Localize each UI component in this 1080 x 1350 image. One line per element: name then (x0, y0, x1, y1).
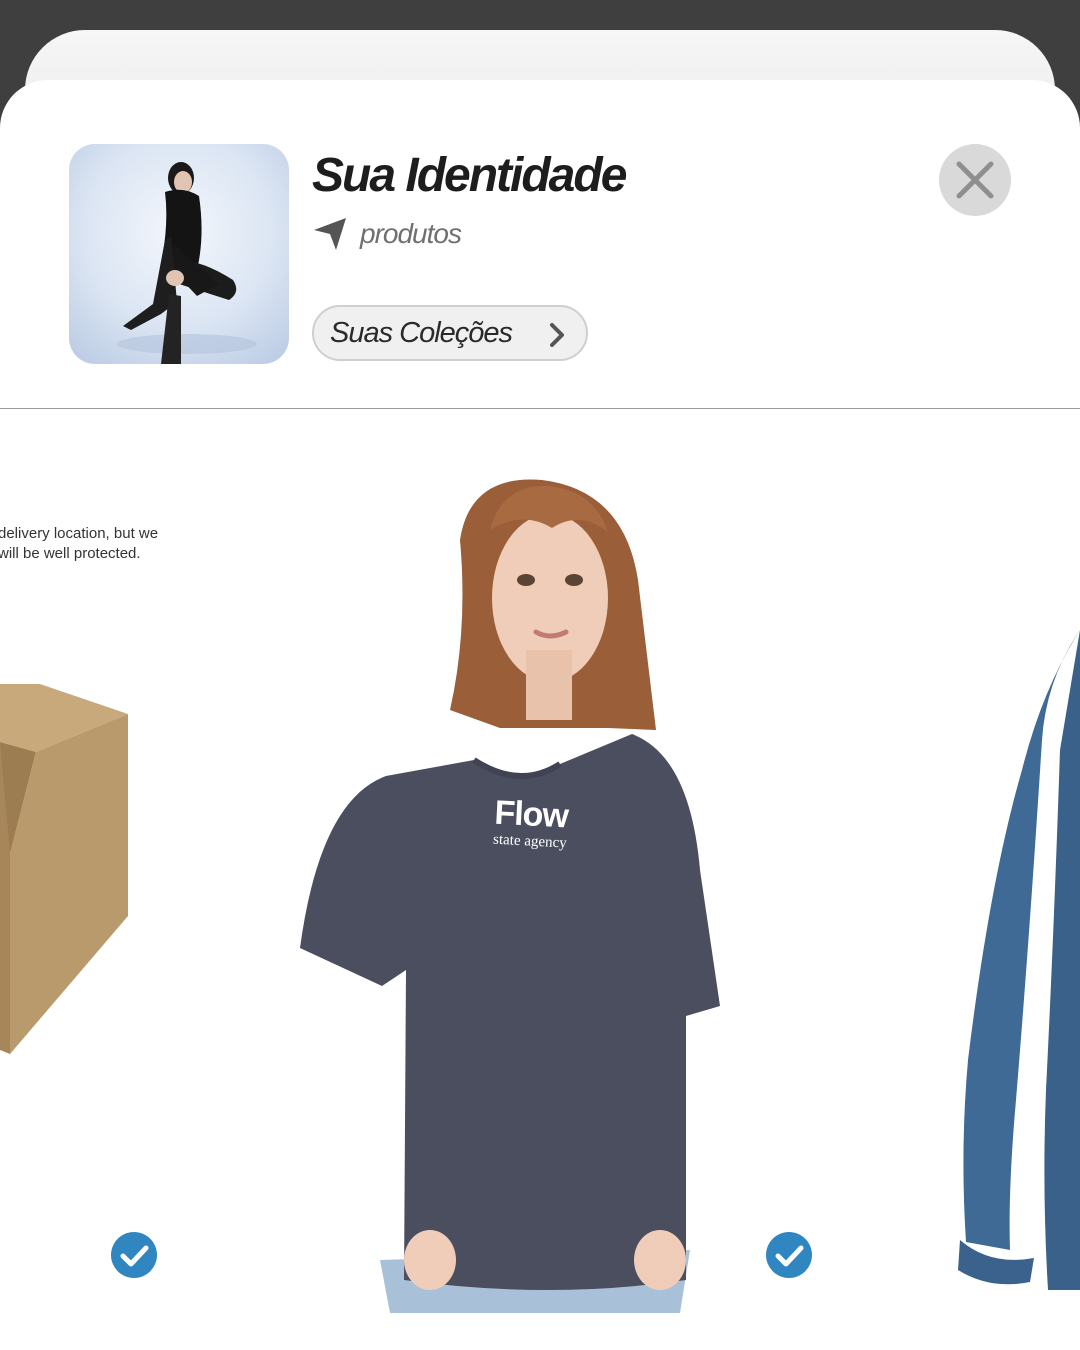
close-icon (956, 161, 994, 199)
shipping-note-line: delivery location, but we (0, 525, 159, 542)
tshirt-logo-main: Flow (493, 793, 569, 836)
shipping-box-image[interactable] (0, 670, 140, 1060)
check-circle-icon[interactable] (762, 1228, 816, 1282)
model-photo (117, 162, 257, 364)
chevron-right-icon (550, 323, 564, 347)
page-title: Sua Identidade (312, 149, 627, 202)
close-button[interactable] (939, 144, 1011, 216)
collections-button-label: Suas Coleções (330, 316, 513, 349)
shipping-note: delivery location, but we will be well p… (0, 524, 198, 564)
sweatshirt-product-image[interactable] (950, 630, 1080, 1290)
collection-sheet: Sua Identidade produtos Suas Coleções de… (0, 80, 1080, 1350)
subtitle-row: produtos (312, 214, 462, 254)
subtitle-label: produtos (360, 218, 462, 249)
location-arrow-icon (314, 218, 346, 250)
tshirt-logo: Flow state agency (493, 793, 586, 853)
tshirt-product-image[interactable] (290, 470, 740, 1313)
collections-button[interactable]: Suas Coleções (312, 305, 588, 361)
shipping-note-line: will be well protected. (0, 545, 141, 562)
profile-thumbnail[interactable] (69, 144, 289, 364)
check-circle-icon[interactable] (107, 1228, 161, 1282)
header-divider (0, 408, 1080, 409)
